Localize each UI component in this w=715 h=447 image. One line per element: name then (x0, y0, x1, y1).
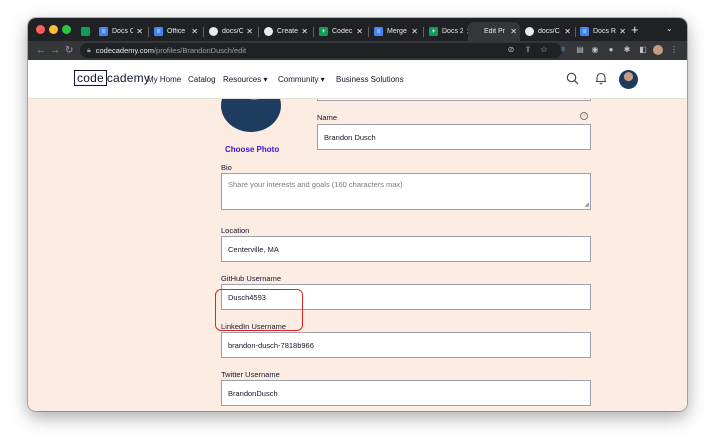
tab-favicon-icon: + (429, 27, 438, 36)
previous-field[interactable] (317, 99, 591, 101)
tab-close-icon[interactable]: ✕ (411, 27, 418, 36)
reload-icon[interactable]: ↻ (65, 44, 73, 57)
lock-icon: 🔒︎ (87, 46, 91, 54)
address-bar[interactable]: 🔒︎ codecademy.com/profiles/BrandonDusch/… (80, 43, 562, 58)
user-avatar[interactable] (619, 70, 638, 89)
tab-favicon-icon: ≡ (99, 27, 108, 36)
profile-photo (221, 99, 281, 132)
nav-business-solutions[interactable]: Business Solutions (336, 75, 404, 84)
tab-close-icon[interactable]: ✕ (510, 27, 517, 36)
search-icon[interactable] (566, 72, 579, 90)
tab-favicon-icon: ≡ (374, 27, 383, 36)
bookmark-star-icon[interactable]: ☆ (539, 45, 549, 55)
tab-label: Office (167, 28, 186, 35)
tab-favicon-icon (471, 27, 480, 36)
browser-menu-icon[interactable]: ⋮ (669, 45, 679, 55)
choose-photo-link[interactable]: Choose Photo (225, 145, 279, 154)
tab-label: Docs R (593, 28, 616, 35)
tab-0[interactable]: ≡ Docs C ✕ (96, 22, 146, 41)
github-label: GitHub Username (221, 274, 282, 283)
tab-9[interactable]: ≡ Docs R ✕ (577, 22, 629, 41)
nav-community[interactable]: Community ▾ (278, 75, 325, 84)
extensions-puzzle-icon[interactable]: ✱ (622, 45, 632, 55)
tab-strip: ≡ Docs C ✕ ≡ Office ✕ docs/C ✕ Create ✕ … (28, 18, 687, 41)
tab-label: docs/C (222, 28, 244, 35)
back-arrow-icon[interactable]: ← (36, 44, 46, 57)
profile-avatar-icon[interactable] (653, 45, 663, 55)
nav-resources[interactable]: Resources ▾ (223, 75, 267, 84)
site-header: code cademy My Home Catalog Resources ▾ C… (28, 60, 687, 99)
bio-label: Bio (221, 163, 232, 172)
bell-icon[interactable] (595, 72, 607, 90)
nav-catalog[interactable]: Catalog (188, 75, 216, 84)
tab-7-active[interactable]: Edit Pr ✕ (468, 22, 520, 41)
browser-toolbar: ← → ↻ 🔒︎ codecademy.com/profiles/Brandon… (28, 41, 687, 60)
linkedin-label: LinkedIn Username (221, 322, 287, 331)
tab-favicon-icon (209, 27, 218, 36)
extension-circle-icon[interactable]: ◉ (590, 45, 600, 55)
tab-close-icon[interactable]: ✕ (356, 27, 363, 36)
share-icon[interactable]: ⇪ (523, 45, 533, 55)
location-input[interactable]: Centerville, MA (221, 236, 591, 262)
tab-favicon-icon: ≡ (154, 27, 163, 36)
tab-label: Edit Pr (484, 28, 506, 35)
close-window-button[interactable] (36, 25, 45, 34)
tab-favicon-icon (525, 27, 534, 36)
codecademy-logo[interactable]: code cademy (74, 70, 150, 86)
location-label: Location (221, 226, 250, 235)
tab-close-icon[interactable]: ✕ (619, 27, 626, 36)
forward-arrow-icon[interactable]: → (50, 44, 60, 57)
tab-close-icon[interactable]: ✕ (136, 27, 143, 36)
tab-label: Docs 2 (442, 28, 464, 35)
resize-handle-icon[interactable]: ◢ (584, 201, 589, 208)
bio-textarea[interactable]: Share your interests and goals (160 char… (221, 173, 591, 210)
url-host: codecademy.com (95, 46, 154, 55)
extension-dot-icon[interactable]: ● (606, 45, 616, 55)
tab-8[interactable]: docs/C ✕ (522, 22, 574, 41)
tab-close-icon[interactable]: ✕ (301, 27, 308, 36)
tab-1[interactable]: ≡ Office ✕ (151, 22, 201, 41)
tab-close-icon[interactable]: ✕ (246, 27, 253, 36)
twitter-label: Twitter Username (221, 370, 280, 379)
twitter-input[interactable]: BrandonDusch (221, 380, 591, 406)
nav-my-home[interactable]: My Home (147, 75, 181, 84)
eye-slash-icon[interactable]: ⊘ (506, 45, 516, 55)
info-icon[interactable]: i (580, 112, 588, 120)
tab-label: Docs C (112, 28, 134, 35)
sheets-icon (81, 27, 90, 36)
name-input[interactable]: Brandon Dusch (317, 124, 591, 150)
tab-4[interactable]: + Codec ✕ (316, 22, 366, 41)
profile-edit-form: Choose Photo Name i Brandon Dusch Bio Sh… (28, 99, 687, 411)
tab-favicon-icon: ≡ (580, 27, 589, 36)
tab-label: Merge (387, 28, 407, 35)
linkedin-input[interactable]: brandon-dusch-7818b966 (221, 332, 591, 358)
tab-search-chevron-icon[interactable]: ⌄ (666, 24, 673, 33)
side-panel-icon[interactable]: ◧ (638, 45, 648, 55)
tab-pinned-sheets[interactable] (78, 22, 92, 41)
tab-label: Create (277, 28, 299, 35)
minimize-window-button[interactable] (49, 25, 58, 34)
tab-label: Codec (332, 28, 353, 35)
extension-reader-icon[interactable]: ▤ (575, 45, 585, 55)
extension-react-icon[interactable]: ⚛ (558, 45, 568, 55)
tab-favicon-icon (264, 27, 273, 36)
tab-close-icon[interactable]: ✕ (191, 27, 198, 36)
tab-label: docs/C (538, 28, 560, 35)
new-tab-plus-icon[interactable]: + (631, 22, 639, 37)
tab-3[interactable]: Create ✕ (261, 22, 311, 41)
tab-5[interactable]: ≡ Merge ✕ (371, 22, 421, 41)
browser-window: ≡ Docs C ✕ ≡ Office ✕ docs/C ✕ Create ✕ … (28, 18, 687, 411)
url-path: /profiles/BrandonDusch/edit (153, 46, 247, 55)
tab-2[interactable]: docs/C ✕ (206, 22, 256, 41)
maximize-window-button[interactable] (62, 25, 71, 34)
name-label: Name (317, 113, 338, 122)
tab-favicon-icon: + (319, 27, 328, 36)
tab-close-icon[interactable]: ✕ (564, 27, 571, 36)
